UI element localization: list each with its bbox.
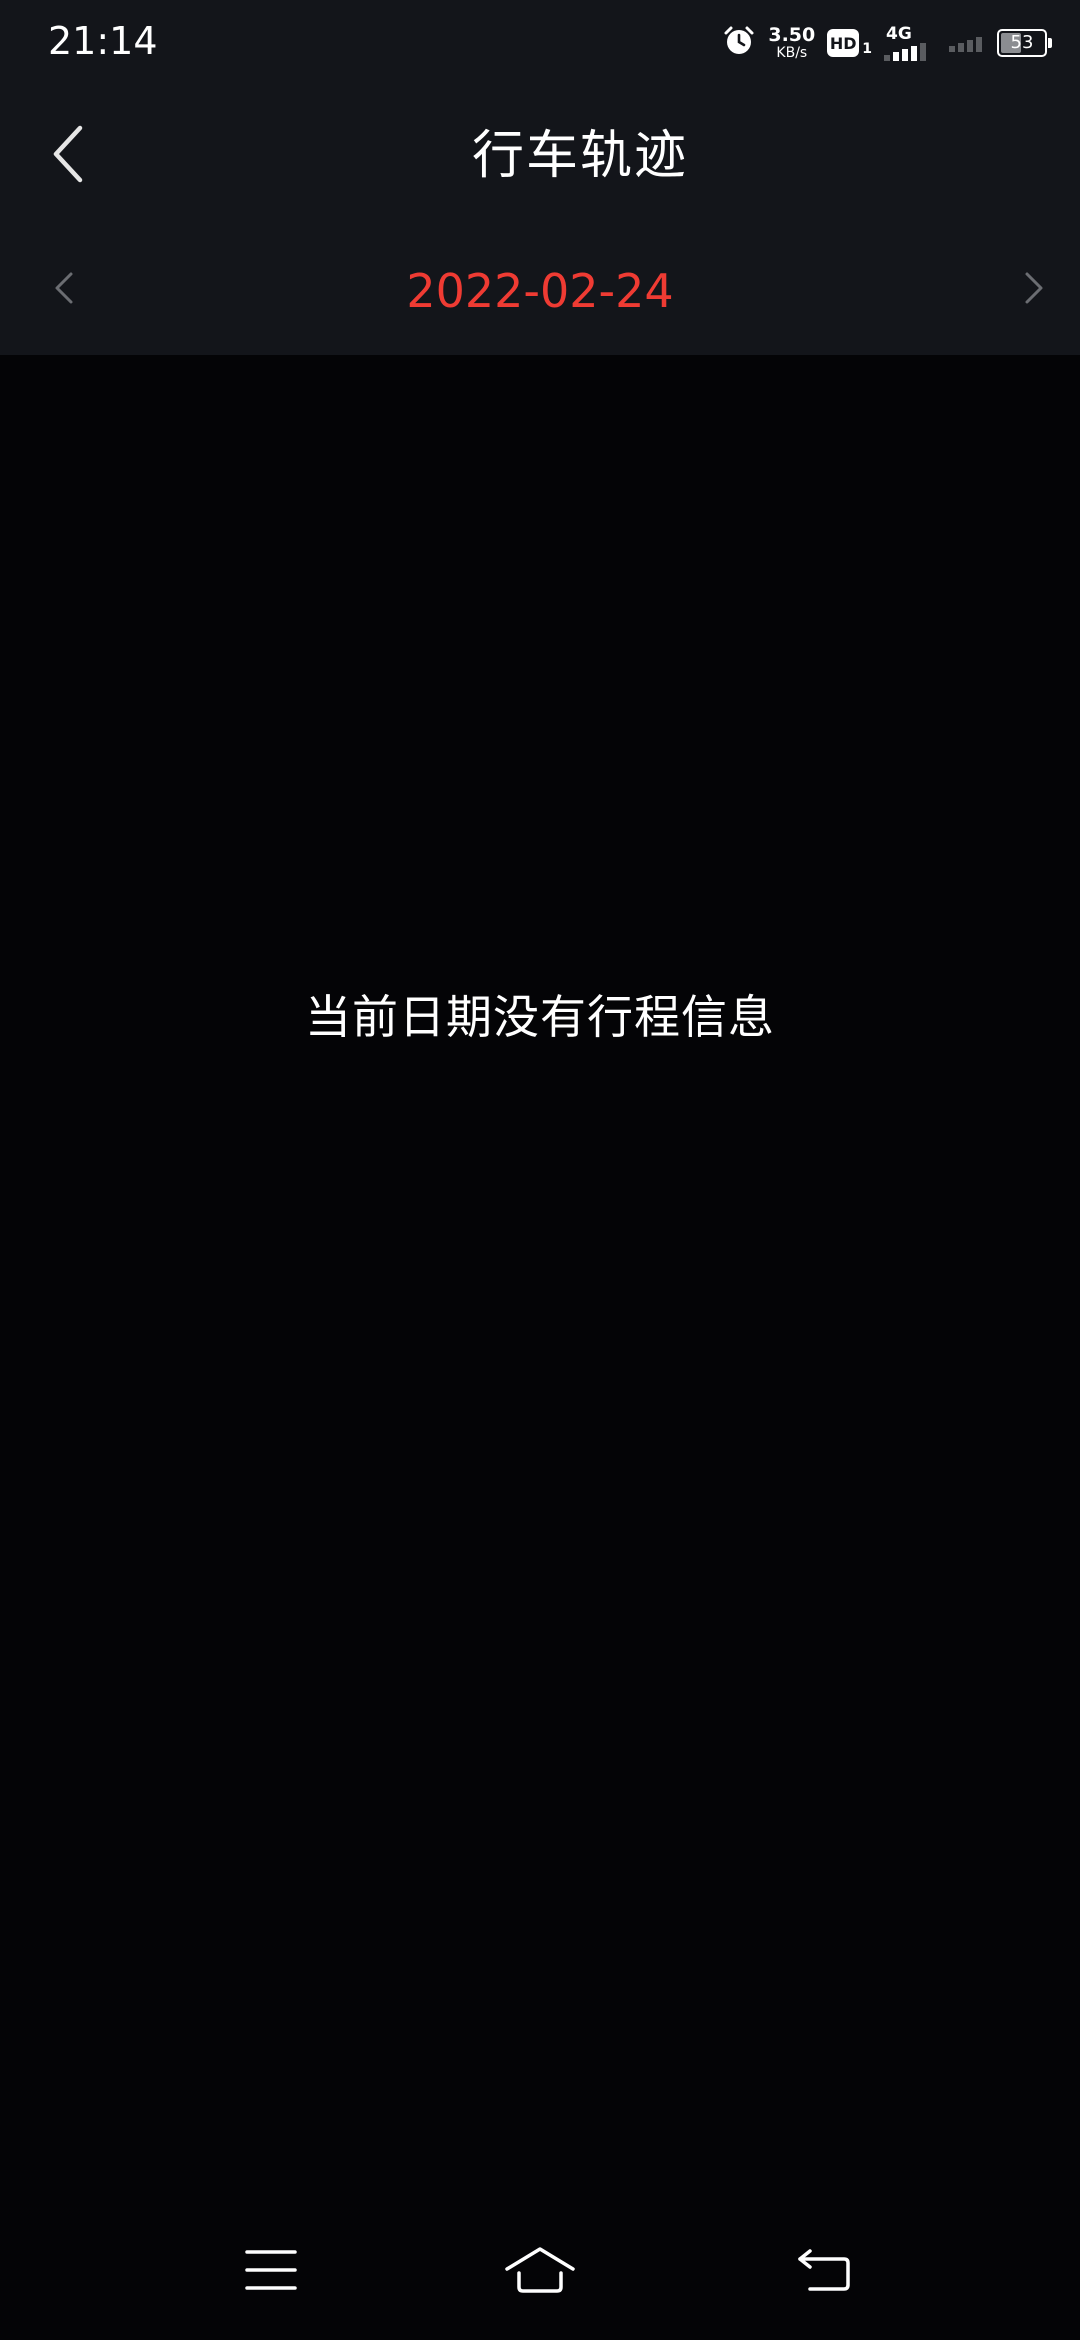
date-bar: 2022-02-24 [0, 240, 1080, 340]
battery-icon: 53 [997, 29, 1052, 57]
signal-bars-icon [884, 43, 929, 61]
nav-bar: 行车轨迹 [0, 82, 1080, 232]
back-arrow-icon [796, 2247, 852, 2297]
status-time: 21:14 [48, 19, 158, 63]
home-button[interactable] [500, 2232, 580, 2312]
return-button[interactable] [784, 2232, 864, 2312]
network-speed-value: 3.50 [768, 24, 816, 46]
signal-bars-sim2-icon [949, 34, 985, 52]
page-title: 行车轨迹 [471, 126, 688, 186]
empty-trip-message: 当前日期没有行程信息 [305, 990, 775, 1044]
network-speed: 3.50 KB/s [768, 24, 816, 61]
alarm-icon [722, 24, 756, 62]
menu-button[interactable] [231, 2232, 311, 2312]
signal-sim1: 4G [884, 25, 929, 61]
selected-date[interactable]: 2022-02-24 [0, 260, 1080, 322]
network-generation: 4G [886, 24, 912, 44]
hd-sim-number: 1 [862, 41, 872, 57]
system-navigation-bar [0, 2210, 1080, 2340]
next-date-button[interactable] [1002, 258, 1066, 322]
network-speed-unit: KB/s [776, 45, 808, 61]
status-bar: 21:14 3.50 KB/s HD 1 4G 53 [0, 0, 1080, 82]
hd-label: HD [827, 29, 860, 57]
menu-icon [244, 2248, 298, 2296]
battery-percent: 53 [1010, 32, 1034, 53]
hd-voice-icon: HD 1 [827, 29, 872, 57]
chevron-right-icon [1023, 271, 1045, 309]
status-icons: 3.50 KB/s HD 1 4G 53 [710, 18, 1052, 68]
home-icon [503, 2245, 577, 2299]
